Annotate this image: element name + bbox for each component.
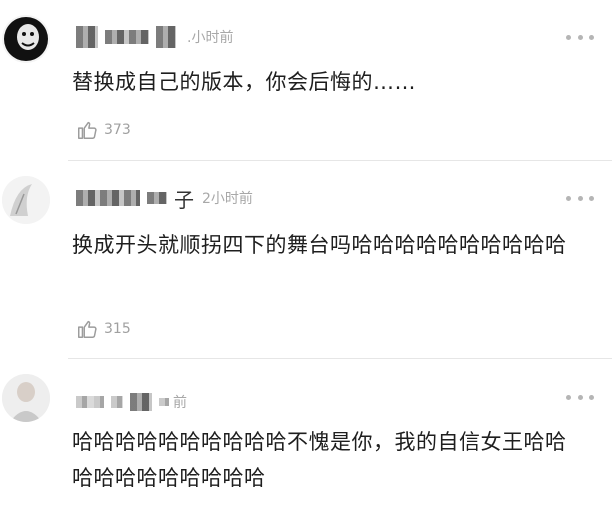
username-row[interactable]: 前 xyxy=(76,387,187,417)
more-options-icon[interactable] xyxy=(566,34,594,40)
comment-time: .小时前 xyxy=(187,30,234,46)
username-redacted xyxy=(76,190,140,206)
avatar[interactable] xyxy=(2,176,50,224)
username-redacted xyxy=(159,398,169,406)
username-redacted xyxy=(105,30,149,44)
comment-text: 换成开头就顺拐四下的舞台吗哈哈哈哈哈哈哈哈哈哈 xyxy=(72,233,567,257)
username-redacted xyxy=(111,396,123,408)
more-options-icon[interactable] xyxy=(566,394,594,400)
avatar[interactable] xyxy=(2,15,50,63)
comment-text: 替换成自己的版本，你会后悔的…… xyxy=(72,70,416,94)
username-redacted xyxy=(156,26,176,48)
divider xyxy=(68,358,612,359)
avatar-image xyxy=(4,17,48,61)
like-count: 373 xyxy=(104,122,131,138)
username-row[interactable]: .小时前 xyxy=(76,22,233,52)
like-button[interactable]: 373 xyxy=(76,117,131,143)
divider xyxy=(68,160,612,161)
more-options-icon[interactable] xyxy=(566,195,594,201)
username-row[interactable]: 子 2小时前 xyxy=(76,183,253,213)
avatar[interactable] xyxy=(2,374,50,422)
username-visible: 子 xyxy=(174,187,194,212)
username-redacted xyxy=(147,192,167,204)
avatar-image xyxy=(2,176,50,224)
username-redacted xyxy=(76,396,104,408)
comment-text: 哈哈哈哈哈哈哈哈哈哈不愧是你，我的自信女王哈哈哈哈哈哈哈哈哈哈哈 xyxy=(72,430,567,490)
username-redacted xyxy=(76,26,98,48)
thumbs-up-icon xyxy=(78,320,97,338)
comment-time: 2小时前 xyxy=(202,191,253,207)
like-count: 315 xyxy=(104,321,131,337)
comment-time: 前 xyxy=(173,395,187,411)
like-button[interactable]: 315 xyxy=(76,316,131,342)
username-redacted xyxy=(130,393,152,411)
avatar-image xyxy=(2,374,50,422)
thumbs-up-icon xyxy=(78,121,97,139)
